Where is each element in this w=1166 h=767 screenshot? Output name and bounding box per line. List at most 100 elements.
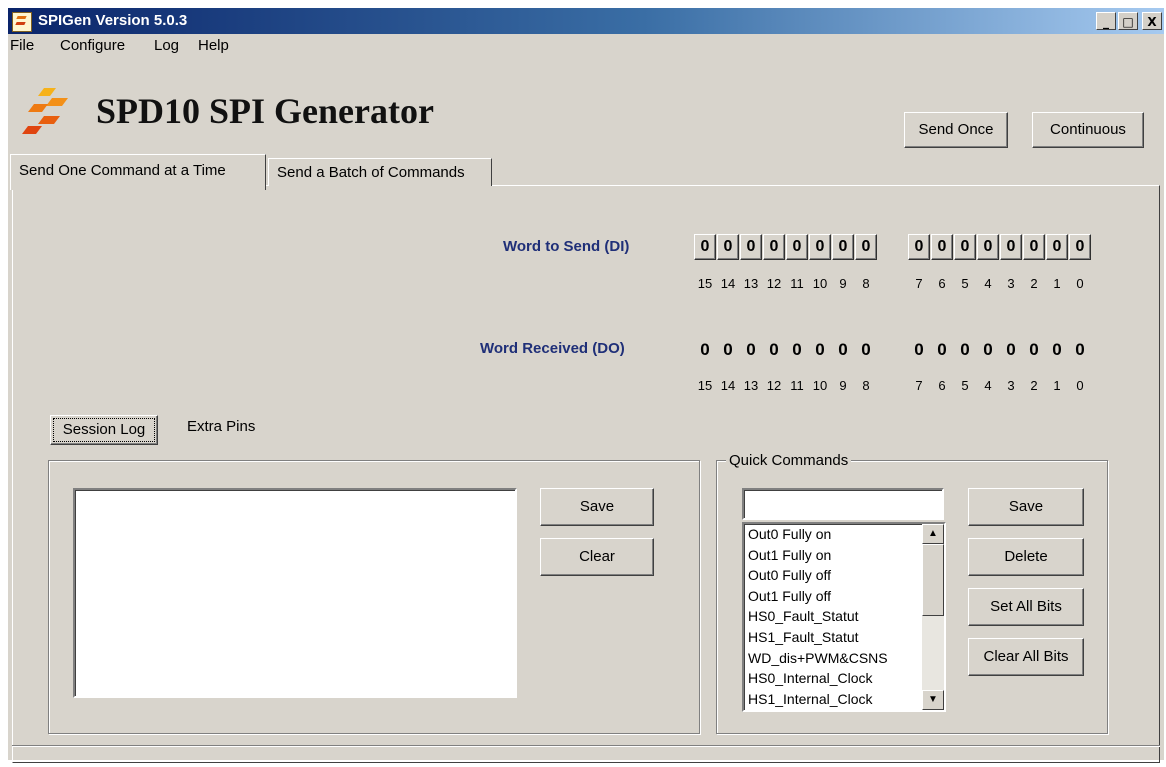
window-title: SPIGen Version 5.0.3 (38, 12, 188, 29)
quick-command-item[interactable]: HS0_Internal_Clock (748, 670, 873, 686)
tab-send-batch[interactable]: Send a Batch of Commands (268, 158, 492, 186)
continuous-button[interactable]: Continuous (1032, 112, 1144, 148)
send-bit-button-7[interactable]: 0 (908, 234, 930, 260)
send-bit-number-11: 11 (790, 276, 804, 291)
send-bit-button-5[interactable]: 0 (954, 234, 976, 260)
quick-command-item[interactable]: Out1 Fully on (748, 547, 831, 563)
send-bit-number-6: 6 (938, 276, 946, 291)
quick-command-scrollbar[interactable]: ▲ ▼ (922, 524, 944, 710)
received-bit-7: 0 (914, 340, 924, 359)
received-bit-1: 0 (1052, 340, 1062, 359)
title-bar[interactable]: SPIGen Version 5.0.3 _ □ X (8, 8, 1164, 34)
received-bit-2: 0 (1029, 340, 1039, 359)
received-bit-4: 0 (983, 340, 993, 359)
close-button[interactable]: X (1142, 12, 1162, 30)
quick-commands-title: Quick Commands (726, 452, 852, 469)
received-bit-6: 0 (937, 340, 947, 359)
send-bit-button-14[interactable]: 0 (717, 234, 739, 260)
send-bit-button-4[interactable]: 0 (977, 234, 999, 260)
received-bit-number-15: 15 (697, 378, 713, 393)
send-bit-button-12[interactable]: 0 (763, 234, 785, 260)
menu-bar: File Configure Log Help (8, 34, 1164, 56)
received-bit-9: 0 (838, 340, 848, 359)
app-title: SPD10 SPI Generator (96, 91, 434, 131)
send-bit-button-1[interactable]: 0 (1046, 234, 1068, 260)
send-bit-button-8[interactable]: 0 (855, 234, 877, 260)
send-bit-button-13[interactable]: 0 (740, 234, 762, 260)
minimize-button[interactable]: _ (1096, 12, 1116, 30)
menu-help[interactable]: Help (198, 37, 229, 54)
received-bit-number-13: 13 (743, 378, 759, 393)
send-bit-button-0[interactable]: 0 (1069, 234, 1091, 260)
set-all-bits-button[interactable]: Set All Bits (968, 588, 1084, 626)
menu-configure[interactable]: Configure (60, 37, 125, 54)
word-received-label: Word Received (DO) (480, 340, 625, 357)
send-bit-number-5: 5 (961, 276, 969, 291)
menu-log[interactable]: Log (154, 37, 179, 54)
scroll-down-button[interactable]: ▼ (922, 690, 944, 710)
received-bit-number-9: 9 (839, 378, 847, 393)
received-bit-5: 0 (960, 340, 970, 359)
received-bit-number-7: 7 (915, 378, 923, 393)
quick-command-item[interactable]: Out1 Fully off (748, 588, 831, 604)
log-clear-button[interactable]: Clear (540, 538, 654, 576)
quick-command-input[interactable] (742, 488, 944, 520)
send-bit-button-11[interactable]: 0 (786, 234, 808, 260)
session-log-textarea[interactable] (73, 488, 517, 698)
send-bit-button-15[interactable]: 0 (694, 234, 716, 260)
quick-command-list[interactable]: Out0 Fully on Out1 Fully on Out0 Fully off… (742, 522, 946, 712)
send-bit-button-2[interactable]: 0 (1023, 234, 1045, 260)
quick-delete-button[interactable]: Delete (968, 538, 1084, 576)
maximize-button[interactable]: □ (1118, 12, 1138, 30)
quick-command-item[interactable]: HS1_Internal_Clock (748, 691, 873, 707)
received-bit-10: 0 (815, 340, 825, 359)
send-once-button[interactable]: Send Once (904, 112, 1008, 148)
received-bit-12: 0 (769, 340, 779, 359)
app-icon[interactable] (12, 12, 32, 32)
received-bit-15: 0 (700, 340, 710, 359)
send-bit-number-8: 8 (862, 276, 870, 291)
received-bit-3: 0 (1006, 340, 1016, 359)
session-log-tab[interactable]: Session Log (50, 415, 158, 445)
scroll-thumb[interactable] (922, 544, 944, 616)
send-bit-number-0: 0 (1076, 276, 1084, 291)
status-bar-divider (12, 745, 1160, 747)
received-bit-number-3: 3 (1007, 378, 1015, 393)
received-bit-number-1: 1 (1053, 378, 1061, 393)
quick-command-item[interactable]: HS0_Fault_Statut (748, 608, 859, 624)
send-bit-number-4: 4 (984, 276, 992, 291)
send-bit-number-7: 7 (915, 276, 923, 291)
received-bit-number-10: 10 (812, 378, 828, 393)
application-window: SPIGen Version 5.0.3 _ □ X File Configur… (8, 8, 1164, 763)
extra-pins-tab[interactable]: Extra Pins (187, 418, 255, 435)
received-bit-number-11: 11 (790, 378, 804, 393)
received-bit-8: 0 (861, 340, 871, 359)
received-bit-14: 0 (723, 340, 733, 359)
received-bit-number-14: 14 (720, 378, 736, 393)
quick-save-button[interactable]: Save (968, 488, 1084, 526)
send-bit-number-15: 15 (697, 276, 713, 291)
menu-file[interactable]: File (10, 37, 34, 54)
send-bit-button-3[interactable]: 0 (1000, 234, 1022, 260)
quick-command-item[interactable]: WD_dis+PWM&CSNS (748, 650, 888, 666)
send-bit-button-10[interactable]: 0 (809, 234, 831, 260)
send-bit-number-13: 13 (743, 276, 759, 291)
received-bit-number-8: 8 (862, 378, 870, 393)
log-save-button[interactable]: Save (540, 488, 654, 526)
quick-command-item[interactable]: Out0 Fully on (748, 526, 831, 542)
clear-all-bits-button[interactable]: Clear All Bits (968, 638, 1084, 676)
received-bit-number-2: 2 (1030, 378, 1038, 393)
scroll-up-button[interactable]: ▲ (922, 524, 944, 544)
send-bit-number-3: 3 (1007, 276, 1015, 291)
send-bit-number-14: 14 (720, 276, 736, 291)
tab-send-one[interactable]: Send One Command at a Time (10, 154, 266, 190)
send-bit-button-6[interactable]: 0 (931, 234, 953, 260)
received-bit-number-4: 4 (984, 378, 992, 393)
received-bit-number-12: 12 (766, 378, 782, 393)
logo-icon (22, 88, 68, 134)
send-bit-button-9[interactable]: 0 (832, 234, 854, 260)
quick-command-item[interactable]: Out0 Fully off (748, 567, 831, 583)
quick-command-item[interactable]: HS1_Fault_Statut (748, 629, 859, 645)
received-bit-number-6: 6 (938, 378, 946, 393)
received-bit-number-0: 0 (1076, 378, 1084, 393)
